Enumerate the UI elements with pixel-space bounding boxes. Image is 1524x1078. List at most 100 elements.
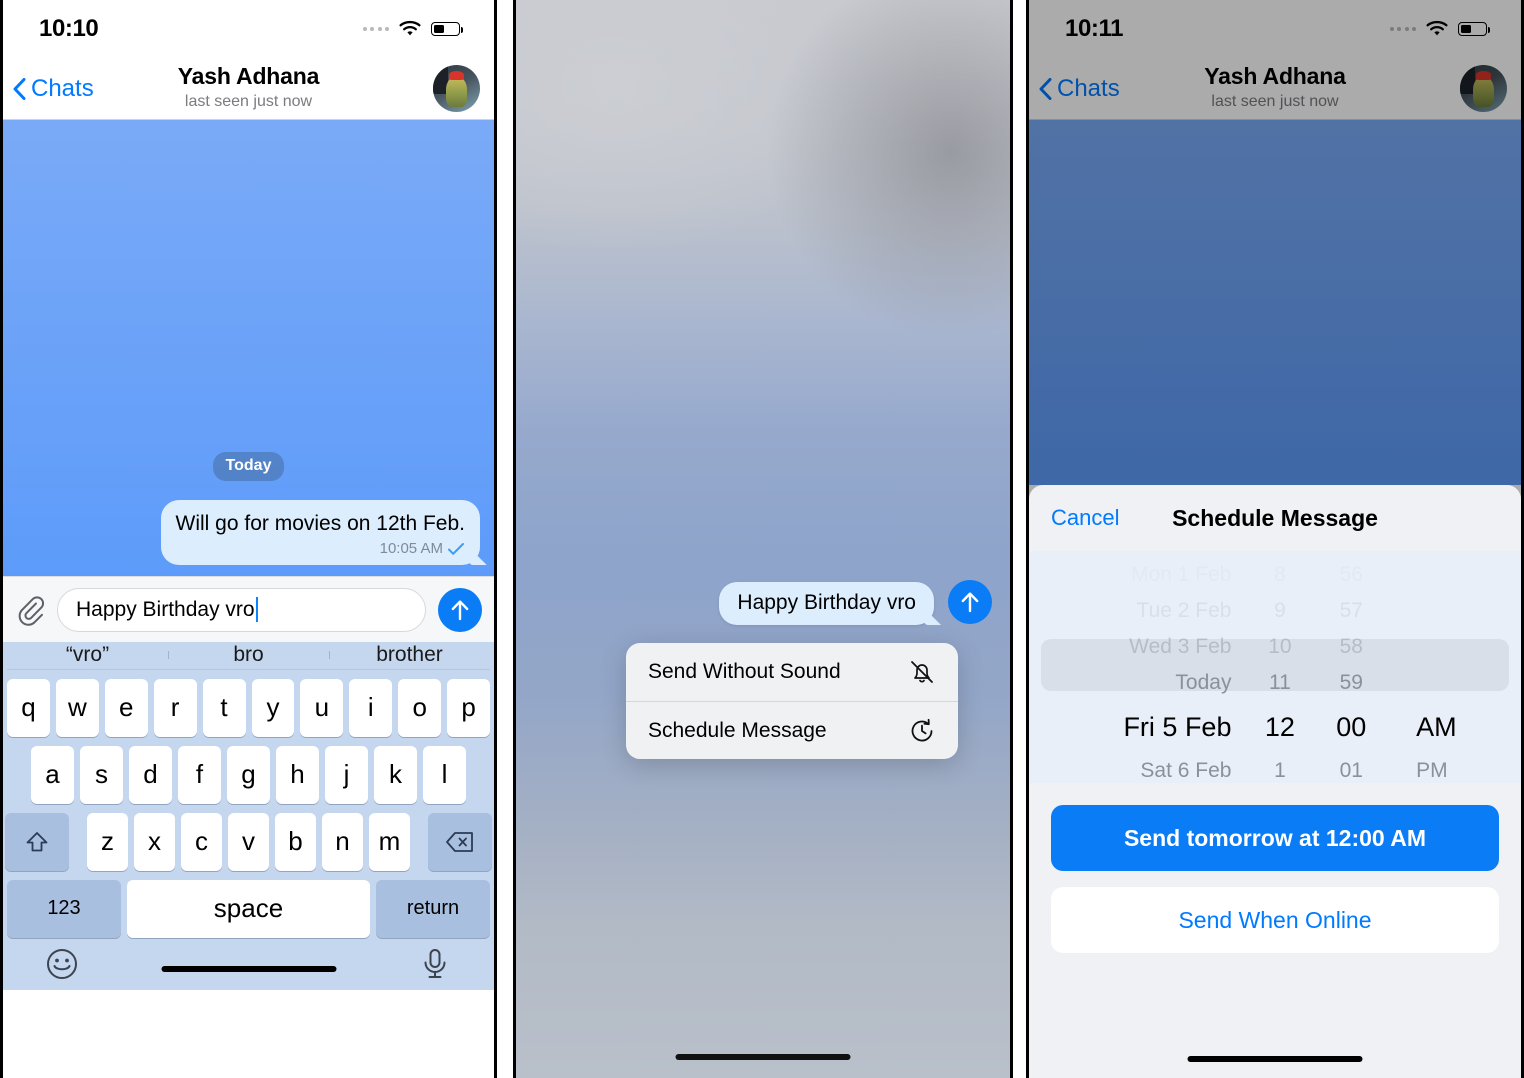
status-bar: 10:10 (3, 0, 494, 58)
space-key[interactable]: space (127, 879, 370, 938)
picker-minute-option[interactable]: 58 (1314, 629, 1388, 665)
menu-item-schedule-message[interactable]: Schedule Message (626, 701, 958, 759)
day-separator: Today (212, 452, 285, 481)
key-s[interactable]: s (80, 745, 123, 804)
picker-ampm-option[interactable]: PM (1388, 753, 1521, 783)
key-d[interactable]: d (129, 745, 172, 804)
key-n[interactable]: n (322, 812, 363, 871)
battery-icon (431, 22, 463, 36)
chevron-left-icon (13, 77, 26, 100)
picker-hour-option[interactable]: 1 (1245, 753, 1314, 783)
picker-column-ampm[interactable]: AM PM (1388, 557, 1521, 783)
suggestion-1[interactable]: bro (168, 643, 329, 667)
send-button[interactable] (438, 587, 482, 632)
send-button[interactable] (948, 580, 992, 624)
key-f[interactable]: f (178, 745, 221, 804)
key-u[interactable]: u (300, 678, 344, 737)
picker-column-minute[interactable]: 56 57 58 59 00 01 02 03 (1314, 557, 1388, 783)
picker-hour-option[interactable]: 10 (1245, 629, 1314, 665)
home-indicator[interactable] (161, 966, 336, 972)
picker-hour-option[interactable]: 8 (1245, 557, 1314, 593)
sheet-actions: Send tomorrow at 12:00 AM Send When Onli… (1029, 783, 1521, 953)
key-t[interactable]: t (202, 678, 246, 737)
picker-date-option[interactable]: Sat 6 Feb (1029, 753, 1245, 783)
key-z[interactable]: z (87, 812, 128, 871)
picker-date-selected[interactable]: Fri 5 Feb (1029, 701, 1245, 753)
key-h[interactable]: h (276, 745, 319, 804)
wifi-icon (1426, 20, 1448, 36)
menu-item-send-without-sound[interactable]: Send Without Sound (626, 643, 958, 701)
battery-icon (1458, 22, 1490, 36)
phone-panel-send-options: Happy Birthday vro Send Without Sound Sc… (513, 0, 1013, 1078)
picker-hour-selected[interactable]: 12 (1245, 701, 1314, 753)
key-q[interactable]: q (6, 678, 50, 737)
key-j[interactable]: j (325, 745, 368, 804)
picker-date-option[interactable]: Mon 1 Feb (1029, 557, 1245, 593)
picker-minute-selected[interactable]: 00 (1314, 701, 1388, 753)
key-y[interactable]: y (251, 678, 295, 737)
picker-hour-option[interactable]: 11 (1245, 665, 1314, 701)
sheet-header: Cancel Schedule Message (1029, 485, 1521, 551)
picker-column-date[interactable]: Mon 1 Feb Tue 2 Feb Wed 3 Feb Today Fri … (1029, 557, 1245, 783)
keyboard-row-1: q w e r t y u i o p (6, 678, 491, 737)
send-options-menu: Send Without Sound Schedule Message (626, 643, 958, 759)
return-key[interactable]: return (376, 879, 490, 938)
numbers-key[interactable]: 123 (7, 879, 121, 938)
key-l[interactable]: l (423, 745, 466, 804)
avatar[interactable] (433, 65, 480, 112)
nav-bar: Chats Yash Adhana last seen just now (3, 58, 494, 120)
message-input[interactable]: Happy Birthday vro (57, 587, 426, 632)
keyboard-row-3: z x c v b n m (5, 812, 492, 871)
key-i[interactable]: i (349, 678, 393, 737)
picker-hour-option[interactable]: 9 (1245, 593, 1314, 629)
key-w[interactable]: w (55, 678, 99, 737)
picker-date-option[interactable]: Wed 3 Feb (1029, 629, 1245, 665)
datetime-picker[interactable]: Mon 1 Feb Tue 2 Feb Wed 3 Feb Today Fri … (1029, 551, 1521, 783)
key-r[interactable]: r (153, 678, 197, 737)
key-a[interactable]: a (31, 745, 74, 804)
picker-minute-option[interactable]: 56 (1314, 557, 1388, 593)
home-indicator[interactable] (675, 1054, 851, 1060)
back-to-chats-button[interactable]: Chats (1039, 75, 1120, 103)
phone-panel-schedule-sheet: 10:11 Chats Yash Adhana last seen just n… (1026, 0, 1524, 1078)
message-bubble-preview[interactable]: Happy Birthday vro (719, 582, 934, 625)
avatar[interactable] (1460, 65, 1507, 112)
key-o[interactable]: o (398, 678, 442, 737)
backspace-key[interactable] (428, 812, 492, 871)
phone-panel-compose: 10:10 Chats Yash Adhana last seen just n… (0, 0, 497, 1078)
suggestion-0[interactable]: “vro” (7, 643, 168, 667)
picker-date-option[interactable]: Today (1029, 665, 1245, 701)
microphone-icon[interactable] (418, 947, 452, 981)
picker-date-option[interactable]: Tue 2 Feb (1029, 593, 1245, 629)
picker-minute-option[interactable]: 59 (1314, 665, 1388, 701)
key-k[interactable]: k (374, 745, 417, 804)
send-scheduled-button[interactable]: Send tomorrow at 12:00 AM (1051, 805, 1499, 871)
key-x[interactable]: x (134, 812, 175, 871)
key-e[interactable]: e (104, 678, 148, 737)
nav-bar: Chats Yash Adhana last seen just now (1029, 58, 1521, 120)
chat-scroll-area[interactable]: Today Will go for movies on 12th Feb. 10… (3, 120, 494, 576)
home-indicator[interactable] (1187, 1056, 1363, 1062)
picker-minute-option[interactable]: 01 (1314, 753, 1388, 783)
arrow-up-icon (961, 592, 979, 613)
back-to-chats-button[interactable]: Chats (13, 75, 94, 103)
shift-key[interactable] (5, 812, 69, 871)
message-meta: 10:05 AM (176, 540, 465, 557)
picker-column-hour[interactable]: 8 9 10 11 12 1 2 3 (1245, 557, 1314, 783)
key-m[interactable]: m (369, 812, 410, 871)
key-g[interactable]: g (227, 745, 270, 804)
paperclip-icon[interactable] (15, 594, 45, 626)
emoji-icon[interactable] (45, 947, 79, 981)
key-b[interactable]: b (275, 812, 316, 871)
key-v[interactable]: v (228, 812, 269, 871)
picker-minute-option[interactable]: 57 (1314, 593, 1388, 629)
picker-ampm-selected[interactable]: AM (1388, 701, 1521, 753)
message-bubble-outgoing[interactable]: Will go for movies on 12th Feb. 10:05 AM (160, 500, 480, 566)
send-when-online-button[interactable]: Send When Online (1051, 887, 1499, 953)
signal-dots-icon (362, 27, 389, 31)
suggestion-2[interactable]: brother (329, 643, 490, 667)
message-input-bar: Happy Birthday vro (3, 576, 494, 642)
row3-spacer-right (416, 813, 422, 871)
key-p[interactable]: p (447, 678, 491, 737)
key-c[interactable]: c (181, 812, 222, 871)
